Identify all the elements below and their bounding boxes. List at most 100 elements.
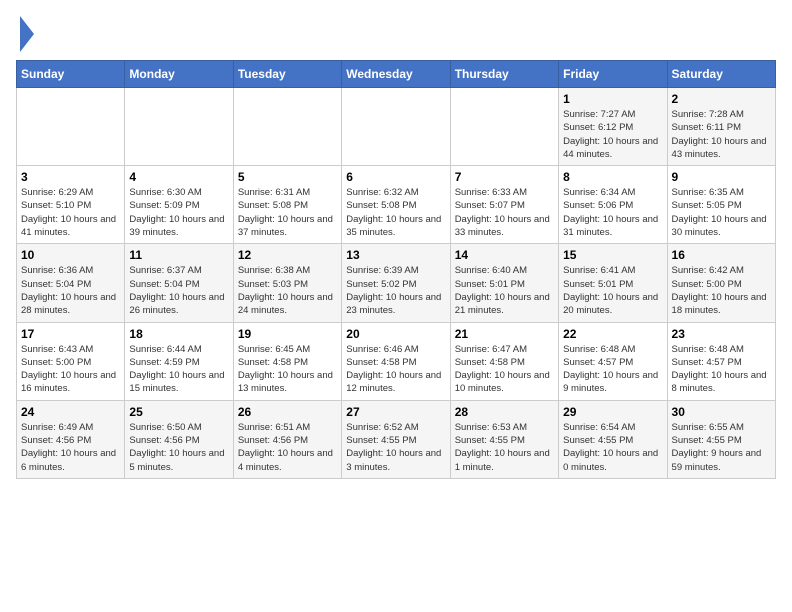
- cell-info: Sunrise: 6:47 AM Sunset: 4:58 PM Dayligh…: [455, 343, 554, 396]
- calendar-cell: 12Sunrise: 6:38 AM Sunset: 5:03 PM Dayli…: [233, 244, 341, 322]
- calendar-cell: [125, 88, 233, 166]
- cell-day-number: 1: [563, 92, 662, 106]
- cell-day-number: 22: [563, 327, 662, 341]
- cell-day-number: 13: [346, 248, 445, 262]
- calendar-header: SundayMondayTuesdayWednesdayThursdayFrid…: [17, 61, 776, 88]
- calendar-cell: 8 Sunrise: 6:34 AM Sunset: 5:06 PM Daylig…: [559, 166, 667, 244]
- calendar-cell: 18 Sunrise: 6:44 AM Sunset: 4:59 PM Dayli…: [125, 322, 233, 400]
- cell-day-number: 29: [563, 405, 662, 419]
- cell-day-number: 21: [455, 327, 554, 341]
- cell-day-number: 14: [455, 248, 554, 262]
- calendar-cell: 28 Sunrise: 6:53 AM Sunset: 4:55 PM Dayli…: [450, 400, 558, 478]
- cell-day-number: 10: [21, 248, 120, 262]
- cell-day-number: 5: [238, 170, 337, 184]
- weekday-header-saturday: Saturday: [667, 61, 775, 88]
- cell-info: Sunrise: 6:35 AM Sunset: 5:05 PM Dayligh…: [672, 186, 771, 239]
- cell-day-number: 9: [672, 170, 771, 184]
- weekday-header-tuesday: Tuesday: [233, 61, 341, 88]
- cell-info: Sunrise: 6:52 AM Sunset: 4:55 PM Dayligh…: [346, 421, 445, 474]
- cell-info: Sunrise: 6:55 AM Sunset: 4:55 PM Dayligh…: [672, 421, 771, 474]
- calendar-cell: 21 Sunrise: 6:47 AM Sunset: 4:58 PM Dayli…: [450, 322, 558, 400]
- cell-day-number: 6: [346, 170, 445, 184]
- cell-info: Sunrise: 6:31 AM Sunset: 5:08 PM Dayligh…: [238, 186, 337, 239]
- calendar-cell: 26Sunrise: 6:51 AM Sunset: 4:56 PM Dayli…: [233, 400, 341, 478]
- calendar-cell: 24Sunrise: 6:49 AM Sunset: 4:56 PM Dayli…: [17, 400, 125, 478]
- cell-info: Sunrise: 7:28 AM Sunset: 6:11 PM Dayligh…: [672, 108, 771, 161]
- cell-info: Sunrise: 6:42 AM Sunset: 5:00 PM Dayligh…: [672, 264, 771, 317]
- calendar-cell: 25 Sunrise: 6:50 AM Sunset: 4:56 PM Dayli…: [125, 400, 233, 478]
- calendar-cell: 3 Sunrise: 6:29 AM Sunset: 5:10 PM Daylig…: [17, 166, 125, 244]
- calendar-cell: [233, 88, 341, 166]
- cell-day-number: 30: [672, 405, 771, 419]
- calendar-cell: 6 Sunrise: 6:32 AM Sunset: 5:08 PM Daylig…: [342, 166, 450, 244]
- cell-info: Sunrise: 6:36 AM Sunset: 5:04 PM Dayligh…: [21, 264, 120, 317]
- cell-day-number: 15: [563, 248, 662, 262]
- cell-info: Sunrise: 6:46 AM Sunset: 4:58 PM Dayligh…: [346, 343, 445, 396]
- calendar-cell: [17, 88, 125, 166]
- cell-info: Sunrise: 6:29 AM Sunset: 5:10 PM Dayligh…: [21, 186, 120, 239]
- calendar-cell: 29 Sunrise: 6:54 AM Sunset: 4:55 PM Dayli…: [559, 400, 667, 478]
- calendar-cell: 13 Sunrise: 6:39 AM Sunset: 5:02 PM Dayli…: [342, 244, 450, 322]
- cell-day-number: 3: [21, 170, 120, 184]
- cell-info: Sunrise: 6:45 AM Sunset: 4:58 PM Dayligh…: [238, 343, 337, 396]
- cell-day-number: 2: [672, 92, 771, 106]
- weekday-header-wednesday: Wednesday: [342, 61, 450, 88]
- calendar-cell: 15Sunrise: 6:41 AM Sunset: 5:01 PM Dayli…: [559, 244, 667, 322]
- week-row: 10 Sunrise: 6:36 AM Sunset: 5:04 PM Dayli…: [17, 244, 776, 322]
- week-row: 17 Sunrise: 6:43 AM Sunset: 5:00 PM Dayli…: [17, 322, 776, 400]
- cell-day-number: 12: [238, 248, 337, 262]
- weekday-header-friday: Friday: [559, 61, 667, 88]
- cell-day-number: 7: [455, 170, 554, 184]
- cell-info: Sunrise: 6:44 AM Sunset: 4:59 PM Dayligh…: [129, 343, 228, 396]
- cell-day-number: 16: [672, 248, 771, 262]
- cell-day-number: 11: [129, 248, 228, 262]
- cell-day-number: 18: [129, 327, 228, 341]
- cell-info: Sunrise: 6:48 AM Sunset: 4:57 PM Dayligh…: [672, 343, 771, 396]
- week-row: 3 Sunrise: 6:29 AM Sunset: 5:10 PM Daylig…: [17, 166, 776, 244]
- logo-arrow-icon: [20, 16, 34, 52]
- calendar-cell: 2 Sunrise: 7:28 AM Sunset: 6:11 PM Daylig…: [667, 88, 775, 166]
- calendar-cell: 22 Sunrise: 6:48 AM Sunset: 4:57 PM Dayli…: [559, 322, 667, 400]
- weekday-header-sunday: Sunday: [17, 61, 125, 88]
- cell-info: Sunrise: 6:53 AM Sunset: 4:55 PM Dayligh…: [455, 421, 554, 474]
- cell-info: Sunrise: 6:40 AM Sunset: 5:01 PM Dayligh…: [455, 264, 554, 317]
- cell-day-number: 23: [672, 327, 771, 341]
- weekday-header-thursday: Thursday: [450, 61, 558, 88]
- cell-info: Sunrise: 7:27 AM Sunset: 6:12 PM Dayligh…: [563, 108, 662, 161]
- calendar-cell: 17 Sunrise: 6:43 AM Sunset: 5:00 PM Dayli…: [17, 322, 125, 400]
- calendar-cell: 11 Sunrise: 6:37 AM Sunset: 5:04 PM Dayli…: [125, 244, 233, 322]
- cell-info: Sunrise: 6:32 AM Sunset: 5:08 PM Dayligh…: [346, 186, 445, 239]
- cell-day-number: 8: [563, 170, 662, 184]
- calendar-cell: 5 Sunrise: 6:31 AM Sunset: 5:08 PM Daylig…: [233, 166, 341, 244]
- calendar-cell: 14 Sunrise: 6:40 AM Sunset: 5:01 PM Dayli…: [450, 244, 558, 322]
- cell-info: Sunrise: 6:34 AM Sunset: 5:06 PM Dayligh…: [563, 186, 662, 239]
- cell-info: Sunrise: 6:54 AM Sunset: 4:55 PM Dayligh…: [563, 421, 662, 474]
- cell-info: Sunrise: 6:39 AM Sunset: 5:02 PM Dayligh…: [346, 264, 445, 317]
- cell-day-number: 17: [21, 327, 120, 341]
- cell-day-number: 26: [238, 405, 337, 419]
- cell-info: Sunrise: 6:37 AM Sunset: 5:04 PM Dayligh…: [129, 264, 228, 317]
- calendar-cell: 1 Sunrise: 7:27 AM Sunset: 6:12 PM Daylig…: [559, 88, 667, 166]
- cell-day-number: 25: [129, 405, 228, 419]
- calendar-cell: 20 Sunrise: 6:46 AM Sunset: 4:58 PM Dayli…: [342, 322, 450, 400]
- cell-info: Sunrise: 6:33 AM Sunset: 5:07 PM Dayligh…: [455, 186, 554, 239]
- cell-day-number: 28: [455, 405, 554, 419]
- week-row: 1 Sunrise: 7:27 AM Sunset: 6:12 PM Daylig…: [17, 88, 776, 166]
- cell-info: Sunrise: 6:43 AM Sunset: 5:00 PM Dayligh…: [21, 343, 120, 396]
- cell-day-number: 24: [21, 405, 120, 419]
- calendar: SundayMondayTuesdayWednesdayThursdayFrid…: [16, 60, 776, 479]
- header: [16, 16, 776, 52]
- calendar-cell: 30 Sunrise: 6:55 AM Sunset: 4:55 PM Dayli…: [667, 400, 775, 478]
- cell-day-number: 19: [238, 327, 337, 341]
- logo: [16, 16, 34, 52]
- calendar-cell: 7 Sunrise: 6:33 AM Sunset: 5:07 PM Daylig…: [450, 166, 558, 244]
- cell-day-number: 20: [346, 327, 445, 341]
- cell-info: Sunrise: 6:50 AM Sunset: 4:56 PM Dayligh…: [129, 421, 228, 474]
- weekday-row: SundayMondayTuesdayWednesdayThursdayFrid…: [17, 61, 776, 88]
- calendar-cell: 4Sunrise: 6:30 AM Sunset: 5:09 PM Daylig…: [125, 166, 233, 244]
- calendar-cell: 23 Sunrise: 6:48 AM Sunset: 4:57 PM Dayli…: [667, 322, 775, 400]
- cell-info: Sunrise: 6:30 AM Sunset: 5:09 PM Dayligh…: [129, 186, 228, 239]
- calendar-cell: [450, 88, 558, 166]
- cell-info: Sunrise: 6:48 AM Sunset: 4:57 PM Dayligh…: [563, 343, 662, 396]
- weekday-header-monday: Monday: [125, 61, 233, 88]
